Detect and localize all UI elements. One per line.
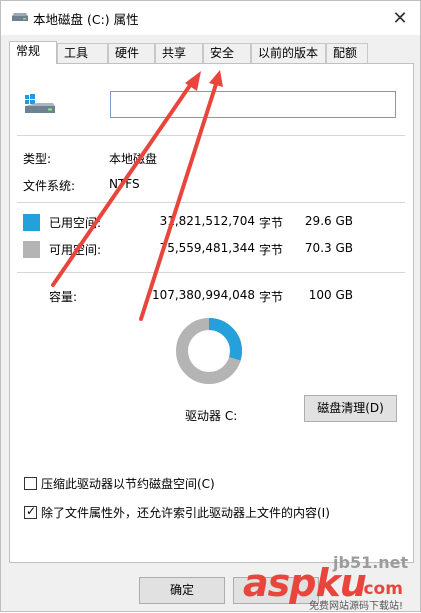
tab-label: 共享 — [162, 46, 187, 60]
tab-label: 配额 — [333, 46, 358, 60]
capacity-label: 容量: — [49, 290, 78, 304]
volume-name-input[interactable] — [110, 91, 396, 118]
used-space-unit: 字节 — [259, 216, 284, 230]
used-space-label: 已用空间: — [49, 216, 102, 230]
tab-sharing[interactable]: 共享 — [155, 43, 203, 63]
divider — [17, 202, 405, 203]
capacity-unit: 字节 — [259, 290, 284, 304]
watermark-caption: 免费网站源码下载站! — [309, 601, 404, 612]
capacity-bytes: 107,380,994,048 — [151, 288, 255, 302]
close-icon: ✕ — [392, 7, 408, 29]
tab-label: 常规 — [16, 44, 41, 58]
disk-cleanup-button[interactable]: 磁盘清理(D) — [304, 395, 397, 422]
type-label: 类型: — [23, 152, 52, 166]
free-space-size: 70.3 GB — [304, 241, 353, 255]
title-bar[interactable]: 本地磁盘 (C:) 属性 ✕ — [1, 1, 420, 35]
divider — [17, 135, 405, 136]
tab-previous-versions[interactable]: 以前的版本 — [251, 43, 326, 63]
tab-strip: 常规 工具 硬件 共享 安全 以前的版本 配额 — [9, 41, 413, 64]
checkmark-icon: ✓ — [26, 504, 37, 518]
drive-icon — [12, 13, 28, 21]
used-space-bytes: 31,821,512,704 — [159, 214, 255, 228]
compress-label[interactable]: 压缩此驱动器以节约磁盘空间(C) — [41, 475, 215, 492]
free-space-unit: 字节 — [259, 243, 284, 257]
used-space-swatch — [23, 214, 40, 231]
drive-label: 驱动器 C: — [185, 409, 238, 423]
close-button[interactable]: ✕ — [380, 1, 420, 35]
tab-security[interactable]: 安全 — [203, 43, 251, 63]
ok-button[interactable]: 确定 — [139, 577, 225, 604]
free-space-label: 可用空间: — [49, 243, 102, 257]
tab-label: 安全 — [210, 46, 235, 60]
tab-label: 以前的版本 — [258, 46, 319, 60]
file-system-value: NTFS — [109, 177, 140, 191]
free-space-bytes: 75,559,481,344 — [159, 241, 255, 255]
capacity-size: 100 GB — [308, 288, 353, 302]
tab-quota[interactable]: 配额 — [326, 43, 368, 63]
properties-window: 本地磁盘 (C:) 属性 ✕ 常规 工具 硬件 共享 安全 以前的版本 配额 类… — [0, 0, 421, 612]
compress-checkbox[interactable] — [24, 477, 37, 490]
windows-drive-icon — [25, 94, 55, 113]
tab-label: 硬件 — [115, 46, 140, 60]
watermark-tld: .com — [357, 579, 403, 599]
index-label[interactable]: 除了文件属性外，还允许索引此驱动器上文件的内容(I) — [41, 504, 330, 521]
tab-general[interactable]: 常规 — [9, 41, 57, 64]
window-title: 本地磁盘 (C:) 属性 — [33, 12, 139, 27]
type-value: 本地磁盘 — [109, 152, 158, 166]
usage-donut — [176, 318, 242, 384]
free-space-swatch — [23, 241, 40, 258]
tab-label: 工具 — [64, 46, 89, 60]
used-space-size: 29.6 GB — [304, 214, 353, 228]
index-checkbox[interactable]: ✓ — [24, 504, 37, 519]
divider — [17, 272, 405, 273]
tab-hardware[interactable]: 硬件 — [108, 43, 155, 63]
tab-tools[interactable]: 工具 — [57, 43, 108, 63]
file-system-label: 文件系统: — [23, 179, 76, 193]
